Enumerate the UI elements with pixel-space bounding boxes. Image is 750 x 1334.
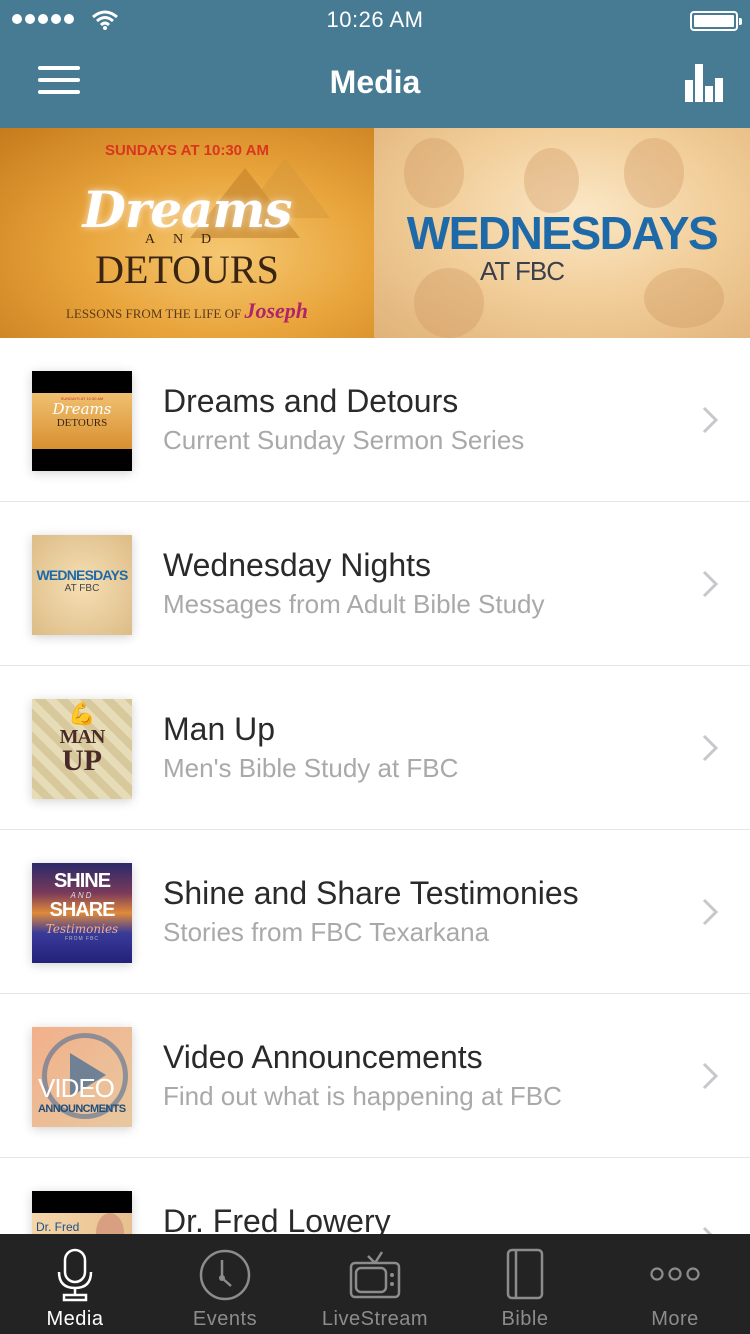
thumb-text: AT FBC (64, 583, 100, 594)
chevron-right-icon (702, 898, 719, 926)
item-title: Video Announcements (163, 1039, 483, 1075)
banner-schedule-text: SUNDAYS AT 10:30 AM (105, 142, 269, 159)
list-item-man-up[interactable]: 💪 MAN UP Man Up Men's Bible Study at FBC (0, 666, 750, 830)
item-title: Dr. Fred Lowery (163, 1203, 391, 1234)
thumbnail: 💪 MAN UP (32, 699, 132, 799)
thumbnail: WEDNESDAYS AT FBC (32, 535, 132, 635)
tab-label: More (651, 1308, 699, 1330)
status-time: 10:26 AM (326, 7, 424, 32)
banner-dreams-and-detours[interactable]: SUNDAYS AT 10:30 AM Dreams AND DETOURS L… (0, 128, 374, 338)
thumb-text: DETOURS (56, 417, 108, 429)
item-title: Shine and Share Testimonies (163, 875, 579, 911)
more-dots-icon (650, 1267, 700, 1281)
tab-label: Events (192, 1308, 258, 1330)
thumb-text: SHINE (53, 870, 111, 892)
chevron-right-icon (702, 734, 719, 762)
nav-bar: Media (0, 40, 750, 128)
banner-subtitle-text: LESSONS FROM THE LIFE OF (65, 306, 242, 321)
item-subtitle: Stories from FBC Texarkana (163, 917, 490, 947)
banner-title-wednesdays: WEDNESDAYS (406, 207, 719, 259)
thumb-text: FROM FBC (64, 936, 100, 942)
photo-face (644, 268, 724, 328)
thumb-text: Testimonies (45, 922, 119, 936)
banner-title-detours: DETOURS (95, 247, 279, 292)
tab-bible[interactable]: Bible (450, 1234, 600, 1334)
item-subtitle: Men's Bible Study at FBC (163, 753, 459, 783)
tv-icon (349, 1251, 401, 1299)
battery-icon (690, 11, 742, 31)
banner-wednesdays-at-fbc[interactable]: WEDNESDAYS AT FBC (374, 128, 750, 338)
tab-bar: Media Events LiveStream Bible More (0, 1234, 750, 1334)
tab-label: LiveStream (321, 1308, 429, 1330)
item-title: Wednesday Nights (163, 547, 431, 583)
chevron-right-icon (702, 406, 719, 434)
clock-icon (199, 1249, 251, 1301)
thumb-text: VIDEO (38, 1073, 115, 1103)
banner-subtitle-at-fbc: AT FBC (480, 256, 565, 286)
media-list: SUNDAYS AT 10:30 AM Dreams DETOURS Dream… (0, 338, 750, 1234)
microphone-icon (57, 1248, 93, 1302)
list-item-wednesday-nights[interactable]: WEDNESDAYS AT FBC Wednesday Nights Messa… (0, 502, 750, 666)
thumb-text: Dr. Fred (36, 1220, 80, 1234)
photo-face (404, 138, 464, 208)
thumbnail: SHINE AND SHARE Testimonies FROM FBC (32, 863, 132, 963)
thumbnail: VIDEO ANNOUNCMENTS (32, 1027, 132, 1127)
thumb-text: WEDNESDAYS (36, 567, 128, 583)
item-title: Dreams and Detours (163, 383, 459, 419)
page-title: Media (329, 64, 421, 100)
thumb-text: ANNOUNCMENTS (38, 1103, 126, 1115)
thumb-text: SHARE (49, 899, 115, 921)
list-item-video-announcements[interactable]: VIDEO ANNOUNCMENTS Video Announcements F… (0, 994, 750, 1158)
featured-banner: SUNDAYS AT 10:30 AM Dreams AND DETOURS L… (0, 128, 750, 338)
tab-label: Media (46, 1308, 104, 1330)
item-subtitle: Find out what is happening at FBC (163, 1081, 562, 1111)
banner-subtitle: LESSONS FROM THE LIFE OF Joseph (0, 298, 374, 324)
tab-label: Bible (501, 1308, 549, 1330)
tab-media[interactable]: Media (0, 1234, 150, 1334)
thumb-text: UP (62, 744, 102, 777)
bar-chart-icon[interactable] (685, 64, 725, 102)
photo-face (624, 138, 684, 208)
banner-title-dreams: Dreams (82, 180, 293, 239)
banner-subtitle-joseph: Joseph (244, 298, 309, 323)
tab-livestream[interactable]: LiveStream (300, 1234, 450, 1334)
list-item-dreams-and-detours[interactable]: SUNDAYS AT 10:30 AM Dreams DETOURS Dream… (0, 338, 750, 502)
thumbnail: Dr. Fred (32, 1191, 132, 1234)
item-subtitle: Messages from Adult Bible Study (163, 589, 545, 619)
list-item-shine-and-share[interactable]: SHINE AND SHARE Testimonies FROM FBC Shi… (0, 830, 750, 994)
item-subtitle: Current Sunday Sermon Series (163, 425, 525, 455)
list-item-dr-fred-lowery[interactable]: Dr. Fred Dr. Fred Lowery (0, 1158, 750, 1234)
photo-face (414, 268, 484, 338)
item-title: Man Up (163, 711, 276, 747)
status-bar: 10:26 AM (0, 0, 750, 40)
chevron-right-icon (702, 1226, 713, 1234)
chevron-right-icon (702, 570, 719, 598)
portrait-photo (96, 1213, 124, 1234)
app-header: 10:26 AM Media (0, 0, 750, 128)
chevron-right-icon (702, 1062, 719, 1090)
thumbnail: SUNDAYS AT 10:30 AM Dreams DETOURS (32, 371, 132, 471)
tab-more[interactable]: More (600, 1234, 750, 1334)
thumb-text: Dreams (52, 400, 112, 418)
book-icon (506, 1248, 544, 1300)
flexed-arm-icon: 💪 (68, 701, 96, 726)
photo-face (524, 148, 579, 213)
tab-events[interactable]: Events (150, 1234, 300, 1334)
